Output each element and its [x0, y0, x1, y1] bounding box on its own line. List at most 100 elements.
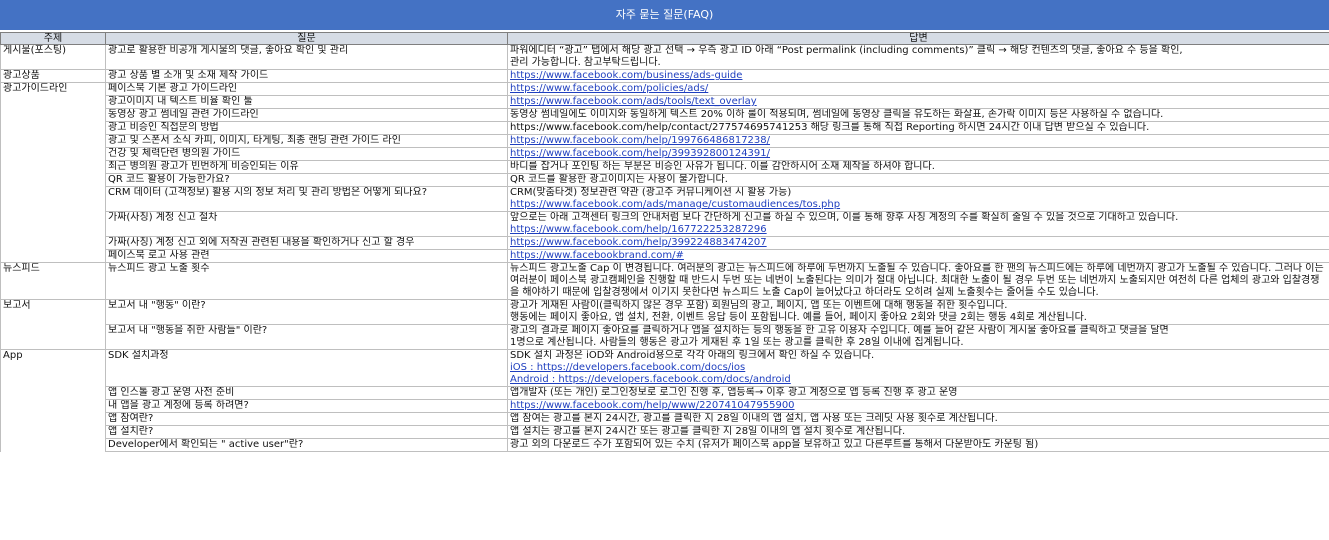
- answer-text: 앱 참여는 광고를 본지 24시간, 광고를 클릭한 지 28일 이내의 앱 설…: [510, 413, 998, 425]
- answer-link[interactable]: https://www.facebook.com/help/1677222532…: [510, 224, 1327, 236]
- answer-link[interactable]: https://www.facebook.com/policies/ads/: [510, 84, 1327, 95]
- table-row: 가짜(사칭) 계정 신고 외에 저작권 관련된 내용을 확인하거나 신고 할 경…: [0, 236, 1329, 250]
- answer-cell: QR 코드를 활용한 광고이미지는 사용이 불가합니다.: [507, 173, 1329, 187]
- header-answer: 답변: [507, 32, 1329, 45]
- table-row: 동영상 광고 썸네일 관련 가이드라인 동영상 썸네일에도 이미지와 동일하게 텍…: [0, 108, 1329, 122]
- question-cell: 광고 상품 별 소개 및 소재 제작 가이드: [105, 69, 508, 83]
- topic-cell: [0, 108, 106, 122]
- topic-cell: [0, 211, 106, 237]
- answer-cell: 바디를 잡거나 포인팅 하는 부분은 비승인 사유가 됩니다. 이를 감안하시어…: [507, 160, 1329, 174]
- question-cell: 건강 및 체력단련 병의원 가이드: [105, 147, 508, 161]
- answer-text: 광고 외의 다운로드 수가 포함되어 있는 수치 (유저가 페이스북 app을 …: [510, 439, 1039, 451]
- question-cell: 페이스북 기본 광고 가이드라인: [105, 82, 508, 96]
- answer-link[interactable]: Android : https://developers.facebook.co…: [510, 374, 1327, 386]
- table-row: 페이스북 로고 사용 관련 https://www.facebookbrand.c…: [0, 249, 1329, 263]
- answer-cell: SDK 설치 과정은 iOD와 Android용으로 각각 아래의 링크에서 확…: [507, 349, 1329, 387]
- answer-link[interactable]: https://www.facebook.com/help/3993928001…: [510, 149, 1327, 160]
- question-cell: 가짜(사칭) 계정 신고 외에 저작권 관련된 내용을 확인하거나 신고 할 경…: [105, 236, 508, 250]
- topic-cell: [0, 236, 106, 250]
- topic-cell: 보고서: [0, 299, 106, 325]
- topic-cell: [0, 324, 106, 350]
- topic-cell: [0, 134, 106, 148]
- table-row: 앱 인스톨 광고 운영 사전 준비 앱개발자 (또는 개인) 로그인정보로 로그인…: [0, 386, 1329, 400]
- answer-text: 파워에디터 “광고” 탭에서 해당 광고 선택 → 우측 광고 ID 아래 “P…: [510, 45, 1183, 57]
- answer-cell: https://www.facebook.com/help/3993928001…: [507, 147, 1329, 161]
- topic-cell: [0, 121, 106, 135]
- answer-text: 앱개발자 (또는 개인) 로그인정보로 로그인 진행 후, 앱등록→ 이후 광고…: [510, 387, 958, 399]
- header-topic: 주제: [0, 32, 106, 45]
- answer-text: 관리 가능합니다. 참고부탁드립니다.: [510, 57, 661, 68]
- answer-cell: 동영상 썸네일에도 이미지와 동일하게 텍스트 20% 이하 룰이 적용되며, …: [507, 108, 1329, 122]
- topic-cell: [0, 249, 106, 263]
- answer-cell: 앞으로는 아래 고객센터 링크의 안내처럼 보다 간단하게 신고를 하실 수 있…: [507, 211, 1329, 237]
- table-row: 앱 설치란? 앱 설치는 광고를 본지 24시간 또는 광고를 클릭한 지 28일…: [0, 425, 1329, 439]
- topic-cell: [0, 186, 106, 212]
- answer-text: CRM(맞춤타겟) 정보관련 약관 (광고주 커뮤니케이션 시 활용 가능): [510, 187, 792, 199]
- table-row: 광고 및 스폰서 소식 카피, 이미지, 타게팅, 최종 랜딩 관련 가이드 라…: [0, 134, 1329, 148]
- answer-text: https://www.facebook.com/help/contact/27…: [510, 122, 1150, 134]
- header-row: 주제 질문 답변: [0, 32, 1329, 45]
- table-row: 광고상품 광고 상품 별 소개 및 소재 제작 가이드 https://www.fa…: [0, 69, 1329, 83]
- answer-cell: https://www.facebook.com/business/ads-gu…: [507, 69, 1329, 83]
- table-row: 게시물(포스팅) 광고로 활용한 비공개 게시물의 댓글, 좋아요 확인 및 관리…: [0, 44, 1329, 70]
- table-row: 내 앱을 광고 계정에 등록 하려면? https://www.facebook.…: [0, 399, 1329, 413]
- answer-text: 광고가 게재된 사람이(클릭하지 않은 경우 포함) 회원님의 광고, 페이지,…: [510, 300, 1008, 312]
- answer-text: 뉴스피드 광고노출 Cap 이 변경됩니다. 여러분의 광고는 뉴스피드에 하루…: [510, 263, 1324, 299]
- table-row: 앱 참여란? 앱 참여는 광고를 본지 24시간, 광고를 클릭한 지 28일 이…: [0, 412, 1329, 426]
- table-row: 최근 병의원 광고가 빈번하게 비승인되는 이유 바디를 잡거나 포인팅 하는 부…: [0, 160, 1329, 174]
- answer-link[interactable]: https://www.facebook.com/business/ads-gu…: [510, 71, 1327, 82]
- answer-cell: 앱개발자 (또는 개인) 로그인정보로 로그인 진행 후, 앱등록→ 이후 광고…: [507, 386, 1329, 400]
- table-row: App SDK 설치과정 SDK 설치 과정은 iOD와 Android용으로 각각…: [0, 349, 1329, 387]
- table-row: 광고 비승인 직접문의 방법 https://www.facebook.com/h…: [0, 121, 1329, 135]
- answer-text: 앱 설치는 광고를 본지 24시간 또는 광고를 클릭한 지 28일 이내의 앱…: [510, 426, 906, 438]
- question-cell: 광고로 활용한 비공개 게시물의 댓글, 좋아요 확인 및 관리: [105, 44, 508, 70]
- answer-link[interactable]: https://www.facebook.com/ads/manage/cust…: [510, 199, 1327, 211]
- answer-cell: https://www.facebookbrand.com/#: [507, 249, 1329, 263]
- question-cell: 최근 병의원 광고가 빈번하게 비승인되는 이유: [105, 160, 508, 174]
- answer-link[interactable]: https://www.facebookbrand.com/#: [510, 251, 1327, 262]
- answer-link[interactable]: https://www.facebook.com/help/www/220741…: [510, 401, 1327, 412]
- question-cell: 내 앱을 광고 계정에 등록 하려면?: [105, 399, 508, 413]
- topic-cell: [0, 425, 106, 439]
- topic-cell: 뉴스피드: [0, 262, 106, 300]
- topic-cell: [0, 438, 106, 452]
- question-cell: CRM 데이터 (고객정보) 활용 시의 정보 처리 및 관리 방법은 어떻게 …: [105, 186, 508, 212]
- table-row: Developer에서 확인되는 " active user"란? 광고 외의 다…: [0, 438, 1329, 452]
- question-cell: Developer에서 확인되는 " active user"란?: [105, 438, 508, 452]
- topic-cell: 광고상품: [0, 69, 106, 83]
- answer-link[interactable]: iOS : https://developers.facebook.com/do…: [510, 362, 1327, 374]
- answer-cell: 파워에디터 “광고” 탭에서 해당 광고 선택 → 우측 광고 ID 아래 “P…: [507, 44, 1329, 70]
- answer-text: 동영상 썸네일에도 이미지와 동일하게 텍스트 20% 이하 룰이 적용되며, …: [510, 109, 1164, 121]
- question-cell: 보고서 내 "행동" 이란?: [105, 299, 508, 325]
- question-cell: 뉴스피드 광고 노출 횟수: [105, 262, 508, 300]
- answer-cell: https://www.facebook.com/help/contact/27…: [507, 121, 1329, 135]
- answer-link[interactable]: https://www.facebook.com/help/1997664868…: [510, 136, 1327, 147]
- answer-cell: 앱 참여는 광고를 본지 24시간, 광고를 클릭한 지 28일 이내의 앱 설…: [507, 412, 1329, 426]
- question-cell: 보고서 내 "행동을 취한 사람들" 이란?: [105, 324, 508, 350]
- question-cell: 가짜(사칭) 계정 신고 절차: [105, 211, 508, 237]
- answer-cell: 뉴스피드 광고노출 Cap 이 변경됩니다. 여러분의 광고는 뉴스피드에 하루…: [507, 262, 1329, 300]
- topic-cell: [0, 399, 106, 413]
- answer-link[interactable]: https://www.facebook.com/help/3992248834…: [510, 238, 1327, 249]
- table-row: 보고서 보고서 내 "행동" 이란? 광고가 게재된 사람이(클릭하지 않은 경우 …: [0, 299, 1329, 325]
- question-cell: 동영상 광고 썸네일 관련 가이드라인: [105, 108, 508, 122]
- question-cell: SDK 설치과정: [105, 349, 508, 387]
- faq-rows: 게시물(포스팅) 광고로 활용한 비공개 게시물의 댓글, 좋아요 확인 및 관리…: [0, 44, 1329, 452]
- answer-cell: CRM(맞춤타겟) 정보관련 약관 (광고주 커뮤니케이션 시 활용 가능) ht…: [507, 186, 1329, 212]
- answer-cell: 광고의 결과로 페이지 좋아요를 클릭하거나 앱을 설치하는 등의 행동을 한 …: [507, 324, 1329, 350]
- question-cell: 광고이미지 내 텍스트 비율 확인 툴: [105, 95, 508, 109]
- table-row: QR 코드 활용이 가능한가요? QR 코드를 활용한 광고이미지는 사용이 불가…: [0, 173, 1329, 187]
- table-row: CRM 데이터 (고객정보) 활용 시의 정보 처리 및 관리 방법은 어떻게 …: [0, 186, 1329, 212]
- question-cell: 앱 참여란?: [105, 412, 508, 426]
- topic-cell: 광고가이드라인: [0, 82, 106, 96]
- question-cell: 광고 비승인 직접문의 방법: [105, 121, 508, 135]
- topic-cell: [0, 147, 106, 161]
- answer-text: 행동에는 페이지 좋아요, 앱 설치, 전환, 이벤트 응답 등이 포함됩니다.…: [510, 312, 1087, 323]
- faq-title: 자주 묻는 질문(FAQ): [0, 0, 1329, 32]
- answer-cell: https://www.facebook.com/ads/tools/text_…: [507, 95, 1329, 109]
- topic-cell: [0, 95, 106, 109]
- answer-cell: https://www.facebook.com/help/3992248834…: [507, 236, 1329, 250]
- answer-cell: https://www.facebook.com/help/1997664868…: [507, 134, 1329, 148]
- answer-link[interactable]: https://www.facebook.com/ads/tools/text_…: [510, 97, 1327, 108]
- header-question: 질문: [105, 32, 508, 45]
